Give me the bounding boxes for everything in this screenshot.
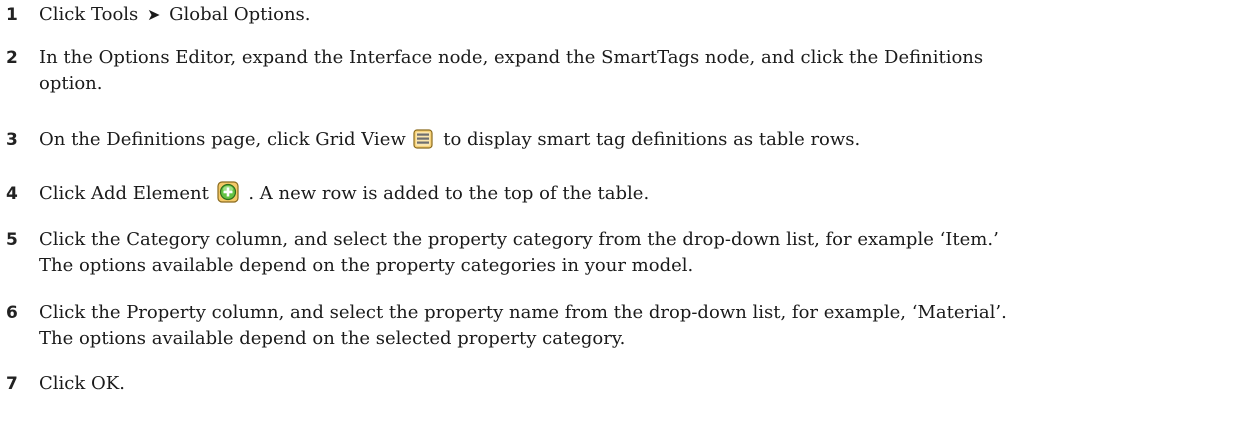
step-number: 4 [6, 184, 18, 204]
step-text: Click OK. [39, 371, 1240, 397]
step-number: 6 [6, 303, 18, 323]
step-6: 6 Click the Property column, and select … [0, 300, 1240, 352]
step-text-line: The options available depend on the sele… [39, 328, 626, 349]
step-text: Click the Category column, and select th… [39, 227, 1240, 279]
step-text-part: Click OK. [39, 373, 125, 394]
step-text-part: Click Tools [39, 4, 139, 25]
step-text: Click the Property column, and select th… [39, 300, 1240, 352]
step-text-line: option. [39, 73, 103, 94]
step-text-line: Click the Property column, and select th… [39, 302, 1007, 323]
step-text: Click Tools ➤ Global Options. [39, 2, 1240, 28]
grid-view-icon [413, 129, 434, 157]
step-5: 5 Click the Category column, and select … [0, 227, 1240, 279]
step-text-part: On the Definitions page, click Grid View [39, 129, 406, 150]
step-text-line: The options available depend on the prop… [39, 255, 694, 276]
step-text-part: Global Options. [169, 4, 311, 25]
step-number: 1 [6, 5, 18, 25]
step-7: 7 Click OK. [0, 371, 1240, 397]
step-text: Click Add Element . A new row is added t… [39, 181, 1240, 211]
menu-arrow-icon: ➤ [147, 5, 161, 24]
step-text-part: . A new row is added to the top of the t… [248, 183, 650, 204]
add-element-icon [216, 181, 239, 211]
step-number: 5 [6, 230, 18, 250]
step-text-part: to display smart tag definitions as tabl… [443, 129, 861, 150]
step-number: 7 [6, 374, 18, 394]
step-text-line: Click the Category column, and select th… [39, 229, 999, 250]
step-4: 4 Click Add Element . A new row is added… [0, 181, 1240, 211]
step-3: 3 On the Definitions page, click Grid Vi… [0, 127, 1240, 157]
step-2: 2 In the Options Editor, expand the Inte… [0, 45, 1240, 97]
step-text: In the Options Editor, expand the Interf… [39, 45, 1240, 97]
step-1: 1 Click Tools ➤ Global Options. [0, 2, 1240, 28]
step-number: 2 [6, 48, 18, 68]
step-text: On the Definitions page, click Grid View… [39, 127, 1240, 157]
step-number: 3 [6, 130, 18, 150]
step-text-part: Click Add Element [39, 183, 209, 204]
step-text-line: In the Options Editor, expand the Interf… [39, 47, 984, 68]
